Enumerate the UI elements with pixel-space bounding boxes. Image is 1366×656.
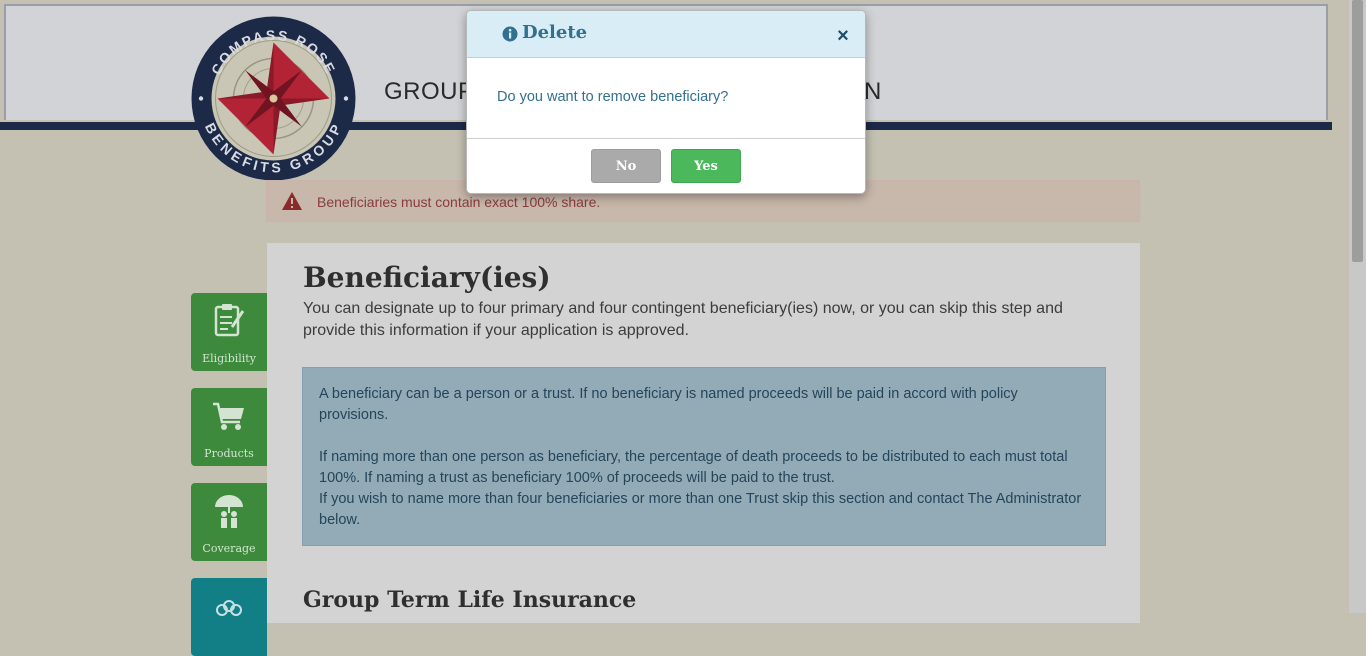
umbrella-family-icon: [215, 495, 243, 528]
sidebar-item-products[interactable]: Products: [191, 388, 267, 466]
dialog-footer: No Yes: [467, 138, 865, 193]
header-title-tail: N: [864, 78, 882, 105]
sidebar-item-coverage[interactable]: Coverage: [191, 483, 267, 561]
info-paragraph: If naming more than one person as benefi…: [319, 449, 1068, 486]
compass-rose-logo[interactable]: COMPASS ROSE BENEFITS GROUP: [190, 15, 357, 182]
checklist-pencil-icon: [214, 304, 245, 337]
sidebar-item-eligibility[interactable]: Eligibility: [191, 293, 267, 371]
beneficiary-card: Beneficiary(ies) You can designate up to…: [267, 243, 1140, 623]
page-title: Beneficiary(ies): [303, 261, 551, 294]
shopping-cart-icon: [213, 402, 244, 430]
page-intro: You can designate up to four primary and…: [303, 300, 1063, 339]
dialog-title: Delete: [522, 22, 588, 43]
warning-icon: [282, 192, 302, 210]
alert-message: Beneficiaries must contain exact 100% sh…: [317, 194, 601, 210]
scrollbar-thumb[interactable]: [1352, 0, 1363, 262]
info-paragraph: If you wish to name more than four benef…: [319, 491, 1082, 528]
section-title: Group Term Life Insurance: [303, 587, 637, 613]
sidebar-item-label: Products: [204, 447, 254, 460]
dialog-header: Delete ×: [467, 11, 865, 58]
delete-dialog: Delete × Do you want to remove beneficia…: [466, 10, 866, 194]
close-button[interactable]: ×: [835, 26, 851, 46]
info-box: A beneficiary can be a person or a trust…: [302, 367, 1106, 546]
sidebar-item-label: Eligibility: [202, 352, 256, 365]
no-button[interactable]: No: [591, 149, 661, 183]
people-group-icon: [216, 600, 242, 616]
sidebar-item-beneficiaries[interactable]: [191, 578, 267, 656]
dialog-message: Do you want to remove beneficiary?: [497, 89, 729, 105]
sidebar-item-label: Coverage: [202, 542, 256, 555]
header-title: GROUP: [384, 78, 475, 105]
info-paragraph: A beneficiary can be a person or a trust…: [319, 386, 1018, 423]
yes-button[interactable]: Yes: [671, 149, 741, 183]
page-scrollbar[interactable]: [1349, 0, 1366, 613]
info-circle-icon: [502, 26, 518, 42]
